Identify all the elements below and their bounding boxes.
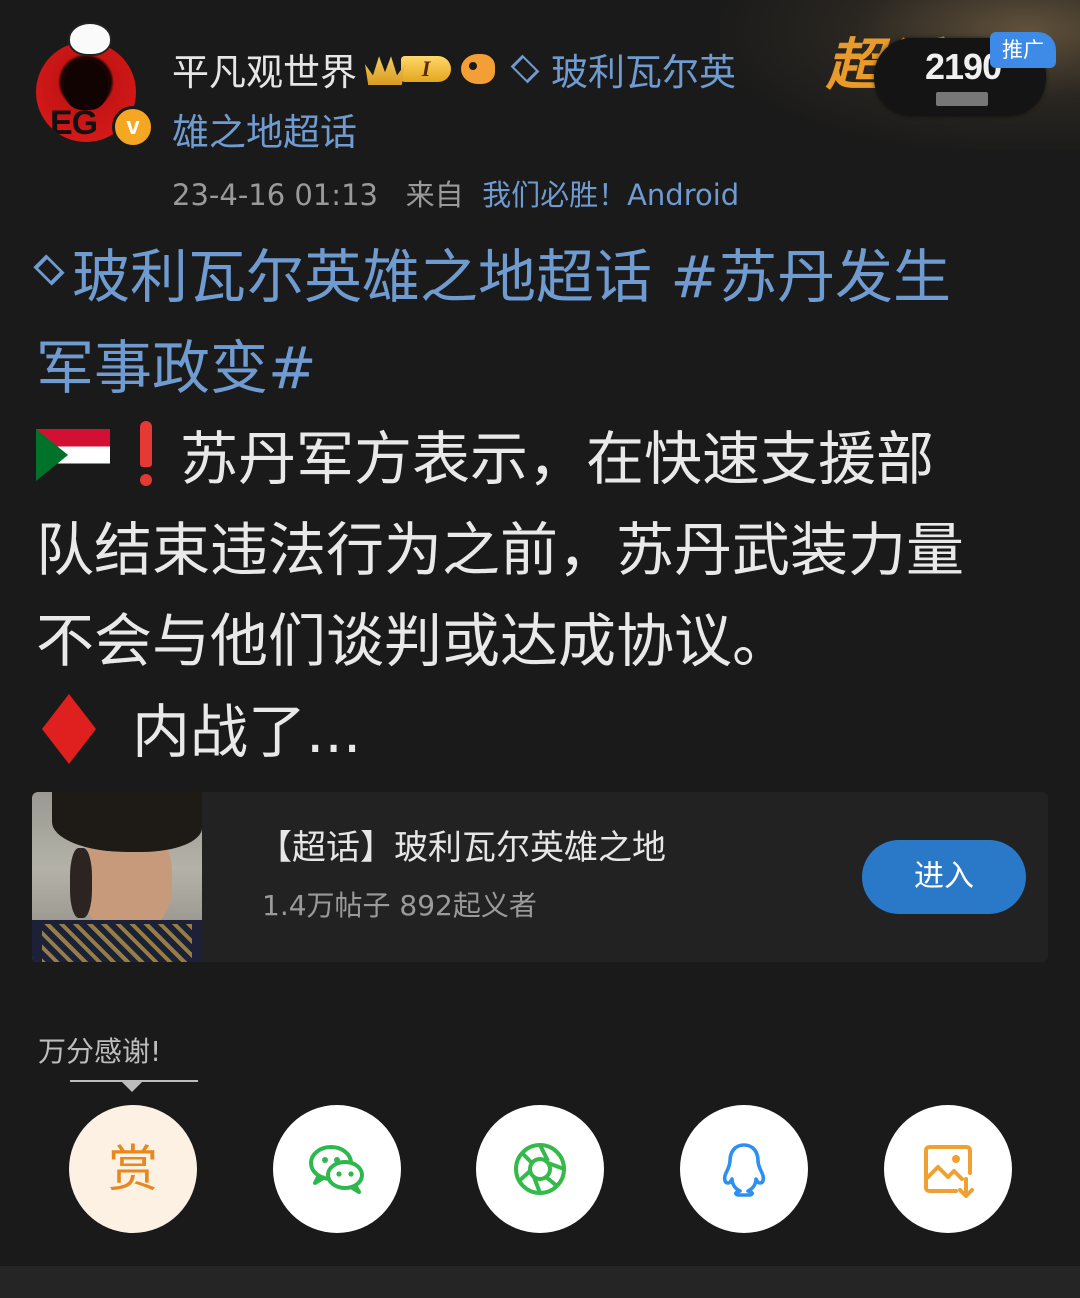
author-name[interactable]: 平凡观世界 bbox=[172, 42, 357, 96]
save-image-icon bbox=[924, 1145, 974, 1198]
body-text: 不会与他们谈判或达成协议。 bbox=[36, 607, 791, 675]
fish-badge-icon[interactable] bbox=[461, 54, 495, 84]
body-text: 内战了... bbox=[132, 698, 362, 766]
sudan-flag-icon bbox=[36, 429, 110, 481]
topic-diamond-icon bbox=[510, 54, 540, 84]
avatar-logo-text: EG bbox=[50, 104, 98, 142]
qq-icon bbox=[722, 1143, 766, 1197]
body-line: 内战了... bbox=[36, 687, 1046, 778]
vip-badge[interactable]: I bbox=[365, 53, 451, 85]
reward-label: 赏 bbox=[108, 1140, 158, 1198]
thumb-whisker bbox=[70, 848, 92, 918]
post-meta: 23-4-16 01:13 来自 我们必胜！Android bbox=[172, 172, 739, 214]
avatar[interactable]: EG v bbox=[36, 22, 154, 148]
enter-button[interactable]: 进入 bbox=[862, 840, 1026, 914]
verified-icon: v bbox=[112, 106, 154, 148]
post-source[interactable]: 我们必胜！Android bbox=[482, 178, 739, 212]
topic-diamond-icon bbox=[33, 254, 65, 286]
body-line: 不会与他们谈判或达成协议。 bbox=[36, 596, 1046, 687]
hashtag-line[interactable]: 玻利瓦尔英雄之地超话 #苏丹发生 bbox=[33, 232, 1046, 323]
thanks-pointer bbox=[120, 1080, 144, 1092]
thumb-hair bbox=[52, 792, 202, 852]
topic-link[interactable]: 玻利瓦尔英 bbox=[551, 42, 736, 96]
topic-thumbnail bbox=[32, 792, 202, 962]
from-label: 来自 bbox=[405, 178, 464, 212]
hashtag-text[interactable]: 玻利瓦尔英雄之地超话 #苏丹发生 bbox=[72, 243, 951, 311]
promo-tag[interactable]: 推广 bbox=[990, 32, 1056, 68]
body-text: 苏丹军方表示，在快速支援部 bbox=[180, 425, 935, 493]
level-badge: I bbox=[401, 56, 451, 82]
post-body: 玻利瓦尔英雄之地超话 #苏丹发生 军事政变# 苏丹军方表示，在快速支援部 队结束… bbox=[33, 232, 1046, 778]
moments-icon bbox=[514, 1143, 566, 1195]
avatar-sticker bbox=[68, 22, 112, 56]
topic-card-title: 【超话】玻利瓦尔英雄之地 bbox=[258, 828, 666, 868]
reward-button[interactable]: 赏 bbox=[69, 1105, 197, 1233]
red-diamond-icon bbox=[42, 694, 96, 764]
wechat-icon bbox=[309, 1145, 364, 1194]
save-image-button[interactable] bbox=[884, 1105, 1012, 1233]
thumb-embroidery bbox=[42, 924, 192, 962]
body-line: 苏丹军方表示，在快速支援部 bbox=[36, 414, 1046, 505]
bottom-bar bbox=[0, 1266, 1080, 1298]
qq-share-button[interactable] bbox=[680, 1105, 808, 1233]
body-line: 队结束违法行为之前，苏丹武装力量 bbox=[36, 505, 1046, 596]
body-text: 队结束违法行为之前，苏丹武装力量 bbox=[36, 516, 965, 584]
wechat-share-button[interactable] bbox=[273, 1105, 401, 1233]
author-line: 平凡观世界 I 玻利瓦尔英 bbox=[172, 44, 736, 94]
topic-card-stats: 1.4万帖子 892起义者 bbox=[262, 889, 537, 922]
thanks-label: 万分感谢! bbox=[38, 1035, 162, 1068]
exclamation-icon bbox=[138, 421, 154, 487]
topic-card[interactable]: 【超话】玻利瓦尔英雄之地 1.4万帖子 892起义者 进入 bbox=[32, 792, 1048, 962]
hashtag-line[interactable]: 军事政变# bbox=[36, 323, 1046, 414]
moments-share-button[interactable] bbox=[476, 1105, 604, 1233]
promo-sub-label bbox=[936, 92, 988, 106]
post-timestamp: 23-4-16 01:13 bbox=[172, 178, 378, 212]
hashtag-text[interactable]: 军事政变# bbox=[36, 334, 317, 402]
avatar-face bbox=[64, 60, 108, 110]
crown-icon bbox=[365, 56, 405, 85]
topic-link-continued[interactable]: 雄之地超话 bbox=[172, 102, 357, 156]
